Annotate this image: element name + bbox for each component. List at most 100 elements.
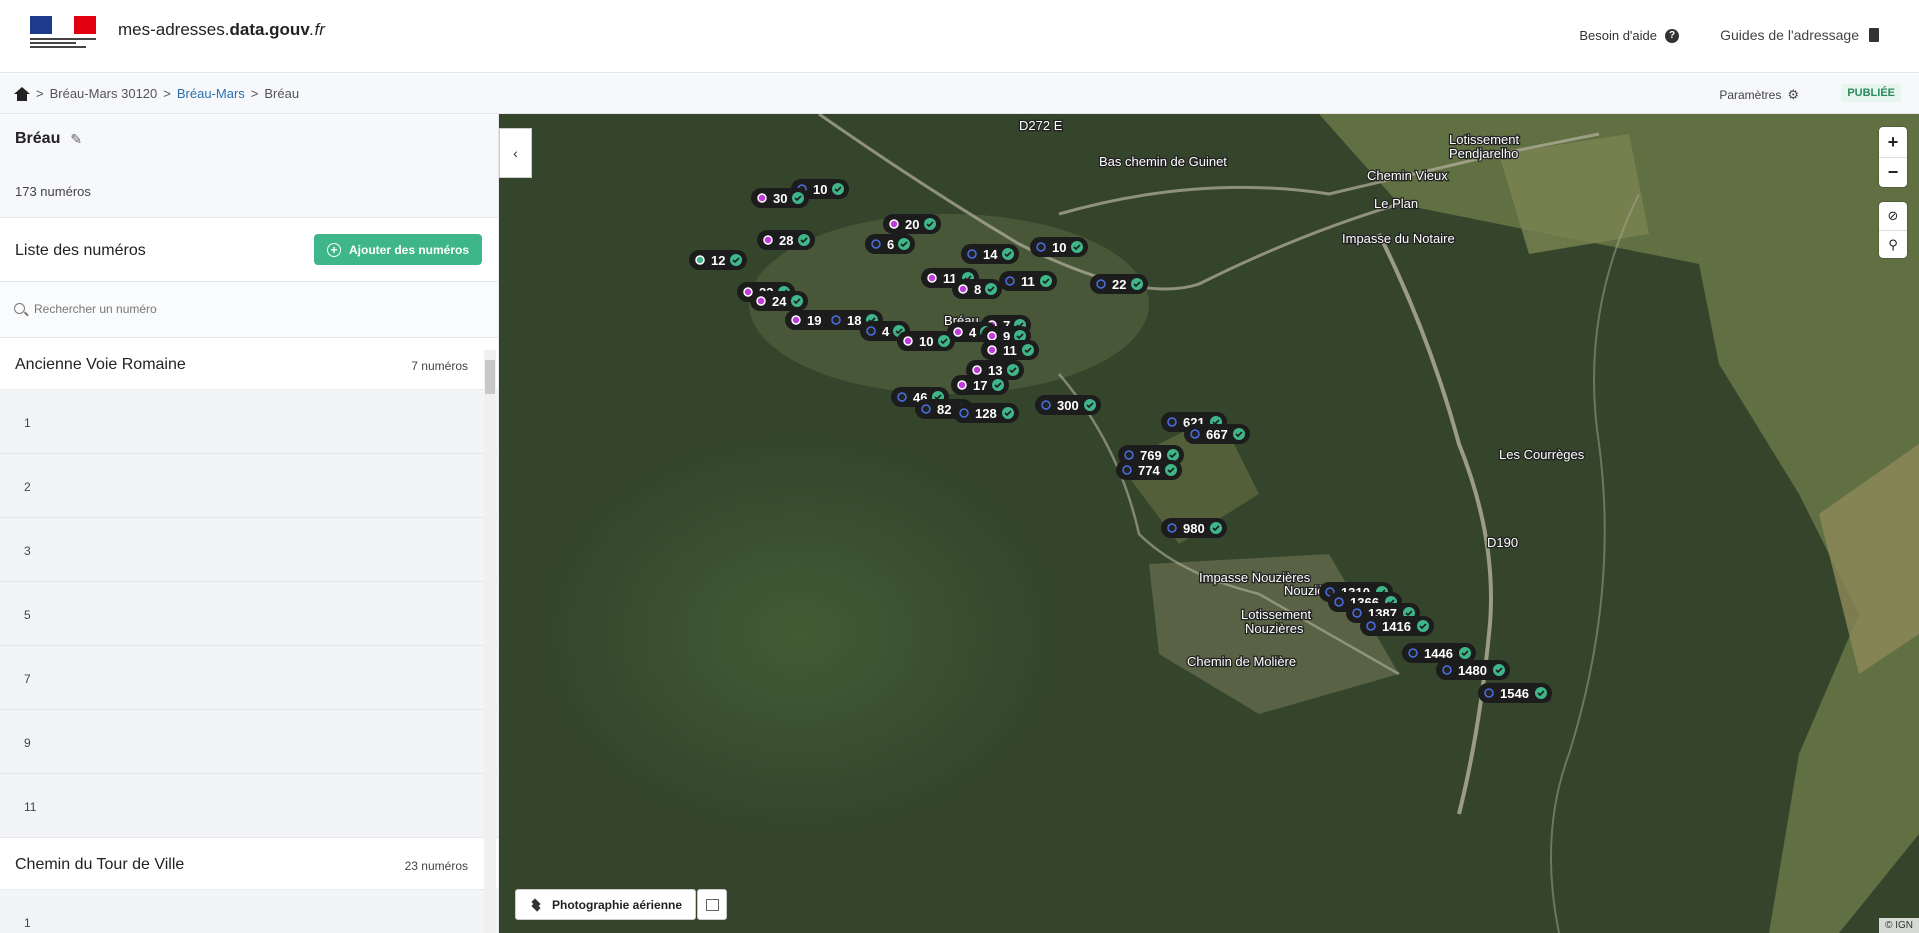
place-label: Chemin Vieux <box>1367 168 1448 183</box>
search-input[interactable] <box>34 298 474 320</box>
marker-dot <box>866 326 876 336</box>
place-label: Bas chemin de Guinet <box>1099 154 1227 169</box>
address-marker[interactable]: 1480 <box>1436 660 1510 680</box>
marker-dot <box>1484 688 1494 698</box>
place-label: D272 E <box>1019 118 1063 133</box>
marker-number: 4 <box>969 325 977 340</box>
address-marker[interactable]: 28 <box>757 230 815 250</box>
marker-dot <box>1408 648 1418 658</box>
marker-dot <box>1352 608 1362 618</box>
address-marker[interactable]: 22 <box>1090 274 1148 294</box>
list-item[interactable]: 1 <box>0 890 498 933</box>
marker-dot <box>897 392 907 402</box>
zoom-in-button[interactable]: + <box>1879 127 1907 157</box>
top-header: mes-adresses.data.gouv.fr Besoin d'aide … <box>0 0 1919 73</box>
marker-dot <box>1366 621 1376 631</box>
address-marker[interactable]: 1416 <box>1360 616 1434 636</box>
toponyme-header: Bréau ✎ 173 numéros <box>0 114 498 218</box>
breadcrumb-bal[interactable]: Bréau-Mars <box>177 86 245 101</box>
address-marker[interactable]: 10 <box>1030 237 1088 257</box>
marker-dot <box>1041 400 1051 410</box>
place-label: Nouzières <box>1245 621 1304 636</box>
address-marker[interactable]: 980 <box>1161 518 1227 538</box>
marker-number: 12 <box>711 253 725 268</box>
scrollbar[interactable] <box>484 350 496 933</box>
marker-dot <box>957 380 967 390</box>
address-marker[interactable]: 11 <box>999 271 1057 291</box>
marker-dot <box>953 327 963 337</box>
book-icon <box>1869 28 1879 42</box>
help-label: Besoin d'aide <box>1579 28 1657 43</box>
place-label: D190 <box>1487 535 1518 550</box>
list-item[interactable]: 5 <box>0 582 498 646</box>
place-label: Lotissement <box>1449 132 1519 147</box>
list-item[interactable]: 9 <box>0 710 498 774</box>
voie-header[interactable]: Ancienne Voie Romaine 7 numéros <box>0 338 498 390</box>
address-marker[interactable]: 667 <box>1184 424 1250 444</box>
settings-label: Paramètres <box>1719 88 1782 102</box>
list-item[interactable]: 1 <box>0 390 498 454</box>
republique-francaise-logo[interactable] <box>30 16 96 52</box>
home-icon[interactable] <box>14 86 30 101</box>
pencil-icon[interactable]: ✎ <box>70 131 82 148</box>
list-item[interactable]: 3 <box>0 518 498 582</box>
marker-number: 10 <box>813 182 827 197</box>
place-label: Pendjarelho <box>1449 146 1518 161</box>
zoom-control: + − <box>1879 127 1907 187</box>
place-label: Les Courrèges <box>1499 447 1585 462</box>
layer-switch-button[interactable]: Photographie aérienne <box>515 889 696 920</box>
guides-label: Guides de l'adressage <box>1720 27 1859 43</box>
list-item[interactable]: 2 <box>0 454 498 518</box>
help-link[interactable]: Besoin d'aide ? <box>1579 28 1679 43</box>
layers-icon <box>530 899 544 911</box>
address-marker[interactable]: 12 <box>689 250 747 270</box>
marker-number: 667 <box>1206 427 1228 442</box>
toponyme-title[interactable]: Bréau ✎ <box>15 130 82 148</box>
address-marker[interactable]: 774 <box>1116 460 1182 480</box>
address-marker[interactable]: 17 <box>951 375 1009 395</box>
add-numbers-button[interactable]: + Ajouter des numéros <box>314 234 482 265</box>
gear-icon: ⚙ <box>1787 87 1799 102</box>
marker-dot <box>1442 665 1452 675</box>
place-label: Le Plan <box>1374 196 1418 211</box>
marker-dot <box>1122 465 1132 475</box>
marker-dot <box>958 284 968 294</box>
list-item[interactable]: 7 <box>0 646 498 710</box>
address-marker[interactable]: 30 <box>751 188 809 208</box>
marker-number: 4 <box>882 324 890 339</box>
marker-dot <box>791 315 801 325</box>
address-marker[interactable]: 8 <box>952 279 1002 299</box>
list-header: Liste des numéros + Ajouter des numéros <box>0 218 498 282</box>
scrollbar-thumb[interactable] <box>485 360 495 394</box>
address-marker[interactable]: 11 <box>981 340 1039 360</box>
legend-icon <box>705 898 719 911</box>
address-marker[interactable]: 20 <box>883 214 941 234</box>
marker-dot <box>695 255 705 265</box>
marker-number: 28 <box>779 233 793 248</box>
eye-slash-icon[interactable]: ⊘ <box>1879 202 1907 230</box>
address-marker[interactable]: 300 <box>1035 395 1101 415</box>
address-marker[interactable]: 24 <box>750 291 808 311</box>
marker-dot <box>1005 276 1015 286</box>
address-marker[interactable]: 14 <box>961 244 1019 264</box>
address-marker[interactable]: 6 <box>865 234 915 254</box>
settings-button[interactable]: Paramètres ⚙ <box>1719 87 1799 103</box>
marker-dot <box>1334 597 1344 607</box>
marker-dot <box>1036 242 1046 252</box>
address-marker[interactable]: 128 <box>953 403 1019 423</box>
marker-number: 30 <box>773 191 787 206</box>
breadcrumb: > Bréau-Mars 30120 > Bréau-Mars > Bréau <box>14 86 299 101</box>
zoom-out-button[interactable]: − <box>1879 157 1907 187</box>
voie-header[interactable]: Chemin du Tour de Ville 23 numéros <box>0 838 498 890</box>
map-marker-icon[interactable]: ⚲ <box>1879 230 1907 258</box>
address-marker[interactable]: 1546 <box>1478 683 1552 703</box>
site-name[interactable]: mes-adresses.data.gouv.fr <box>118 20 325 40</box>
collapse-sidebar-button[interactable]: ‹ <box>499 128 532 178</box>
map[interactable]: D272 E Bas chemin de Guinet Lotissement Pen… <box>499 114 1919 933</box>
map-canvas[interactable]: D272 E Bas chemin de Guinet LotissementPen… <box>499 114 1919 933</box>
marker-number: 22 <box>1112 277 1126 292</box>
list-item[interactable]: 11 <box>0 774 498 838</box>
guides-link[interactable]: Guides de l'adressage <box>1720 27 1879 43</box>
legend-button[interactable] <box>697 889 727 920</box>
address-marker[interactable]: 10 <box>897 331 955 351</box>
